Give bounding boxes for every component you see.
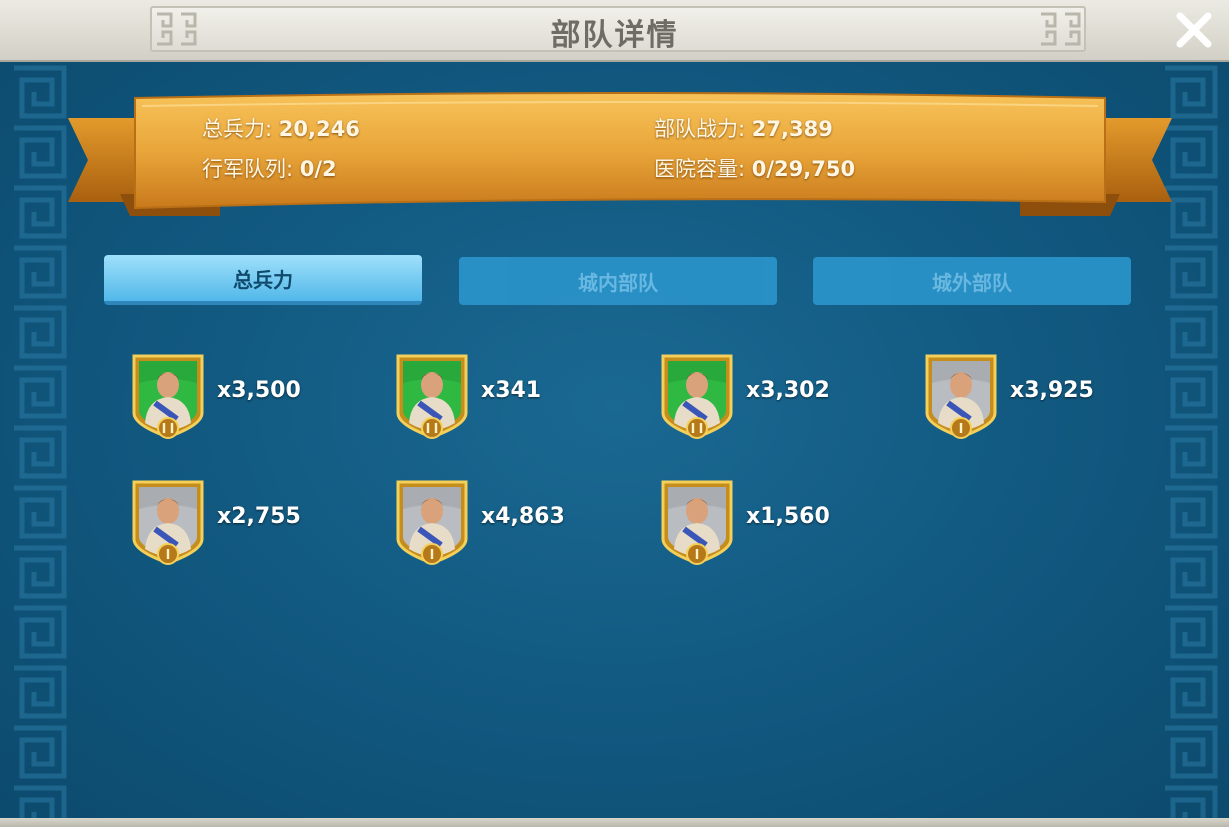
infantry-portrait-icon <box>131 479 205 565</box>
troop-count: x2,755 <box>217 504 301 529</box>
troop-count: x3,500 <box>217 378 301 403</box>
march-queue-value: 0/2 <box>299 157 337 181</box>
troop-power-stat: 部队战力: 27,389 <box>654 113 833 143</box>
troop-card[interactable]: x1,560 <box>660 479 900 569</box>
troop-card[interactable]: x3,302 <box>660 353 900 443</box>
hospital-capacity-label: 医院容量: <box>654 157 746 181</box>
troop-power-value: 27,389 <box>751 117 833 141</box>
total-troops-stat: 总兵力: 20,246 <box>202 113 360 143</box>
title-bar: 部队详情 <box>0 0 1229 62</box>
close-button[interactable] <box>1168 6 1220 54</box>
archer-portrait-icon <box>660 353 734 439</box>
cavalry-rider-portrait-icon <box>924 353 998 439</box>
march-queue-stat: 行军队列: 0/2 <box>202 153 337 183</box>
total-troops-value: 20,246 <box>278 117 360 141</box>
march-queue-label: 行军队列: <box>202 157 294 181</box>
tab-troops-outside-city[interactable]: 城外部队 <box>813 257 1131 305</box>
troop-card[interactable]: x4,863 <box>395 479 635 569</box>
hospital-capacity-value: 0/29,750 <box>751 157 856 181</box>
troop-count: x4,863 <box>481 504 565 529</box>
troop-count: x3,302 <box>746 378 830 403</box>
siege-ram-portrait-icon <box>660 479 734 565</box>
close-icon <box>1176 12 1212 48</box>
total-troops-label: 总兵力: <box>202 117 273 141</box>
cavalry-portrait-icon <box>395 353 469 439</box>
tab-total-troops[interactable]: 总兵力 <box>104 255 422 305</box>
troop-card[interactable]: x3,500 <box>131 353 371 443</box>
page-title: 部队详情 <box>550 18 679 53</box>
heavy-infantry-portrait-icon <box>131 353 205 439</box>
archer-portrait-icon <box>395 479 469 565</box>
bottom-frame <box>0 818 1229 827</box>
troop-count: x1,560 <box>746 504 830 529</box>
troop-card[interactable]: x2,755 <box>131 479 371 569</box>
troop-card[interactable]: x3,925 <box>924 353 1164 443</box>
tab-troops-in-city[interactable]: 城内部队 <box>459 257 777 305</box>
hospital-capacity-stat: 医院容量: 0/29,750 <box>654 153 855 183</box>
troop-count: x341 <box>481 378 542 403</box>
troop-count: x3,925 <box>1010 378 1094 403</box>
troop-card[interactable]: x341 <box>395 353 635 443</box>
troop-power-label: 部队战力: <box>654 117 746 141</box>
